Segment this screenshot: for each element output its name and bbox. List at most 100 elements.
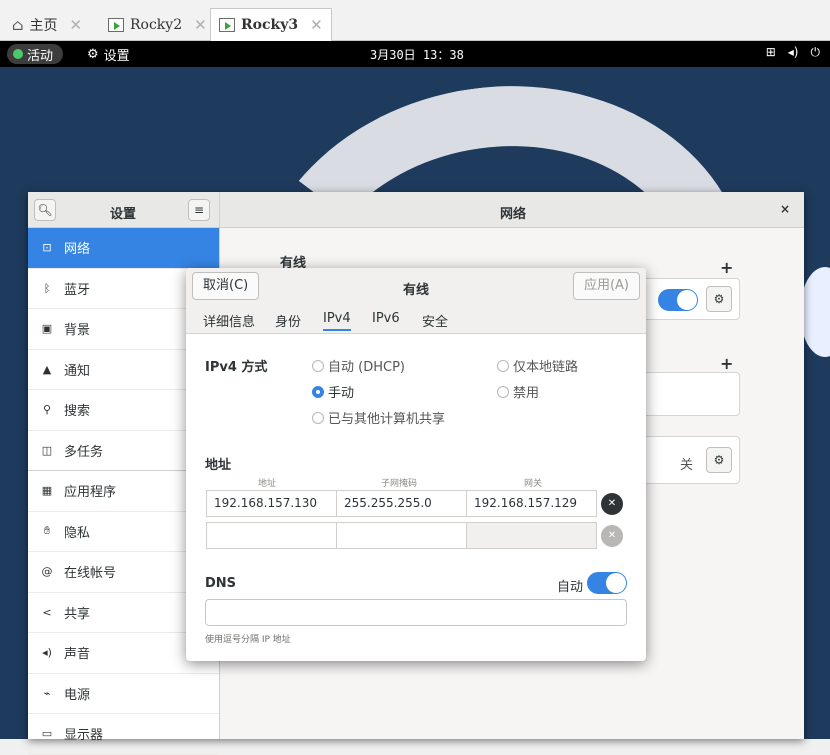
vm-icon <box>108 17 124 32</box>
proxy-settings-button[interactable]: ⚙ <box>706 447 732 473</box>
close-icon: ✕ <box>607 530 617 541</box>
at-icon: @ <box>41 565 53 579</box>
tab-identity[interactable]: 身份 <box>275 311 301 330</box>
sidebar-item-label: 蓝牙 <box>64 282 91 298</box>
radio-label: 自动 (DHCP) <box>328 360 405 375</box>
app-menu-label: 设置 <box>103 49 130 64</box>
remove-address-button-disabled: ✕ <box>601 525 623 547</box>
close-icon[interactable]: ✕ <box>69 16 82 34</box>
tab-ipv6[interactable]: IPv6 <box>372 311 400 326</box>
search-icon: 🔍︎ <box>37 203 53 217</box>
vm-tab-home[interactable]: ⌂ 主页 ✕ <box>4 8 90 41</box>
share-icon: < <box>42 605 52 619</box>
address-input[interactable]: 192.168.157.130 <box>206 490 337 517</box>
gateway-input[interactable] <box>466 522 597 549</box>
add-vpn-icon[interactable]: + <box>720 354 733 373</box>
radio-icon <box>497 359 509 372</box>
remove-address-button[interactable]: ✕ <box>601 493 623 515</box>
close-icon[interactable]: ✕ <box>194 16 207 34</box>
close-icon[interactable]: ✕ <box>310 16 323 34</box>
ipv4-method-label: IPv4 方式 <box>205 360 268 375</box>
sidebar-item-displays[interactable]: ▭ 显示器 <box>28 714 219 755</box>
sidebar-item-network[interactable]: ⊡ 网络 <box>28 228 219 269</box>
activities-label: 活动 <box>27 48 54 64</box>
column-header-netmask: 子网掩码 <box>381 479 418 489</box>
system-tray[interactable]: ⊞ ◂) ⏻ <box>766 45 820 60</box>
gear-icon: ⚙ <box>713 292 725 306</box>
activities-button[interactable]: 活动 <box>7 44 64 64</box>
radio-label: 已与其他计算机共享 <box>328 412 446 427</box>
sidebar-item-label: 声音 <box>64 647 91 663</box>
apply-button[interactable]: 应用(A) <box>572 272 640 300</box>
activities-icon <box>13 49 23 59</box>
method-link-local-radio[interactable]: 仅本地链路 <box>497 356 578 375</box>
radio-label: 禁用 <box>513 386 540 401</box>
search-button[interactable]: 🔍︎ <box>34 199 56 221</box>
vm-tab-rocky3[interactable]: Rocky3 ✕ <box>210 8 332 41</box>
netmask-input[interactable]: 255.255.255.0 <box>336 490 467 517</box>
dialog-tabs: 详细信息 身份 IPv4 IPv6 安全 <box>186 306 646 334</box>
apps-grid-icon: ▦ <box>41 484 53 498</box>
gateway-input[interactable]: 192.168.157.129 <box>466 490 597 517</box>
clock[interactable]: 3月30日 13：38 <box>370 46 464 63</box>
background-icon: ▣ <box>41 322 53 336</box>
wallpaper-orb <box>800 267 830 357</box>
vm-tab-rocky2[interactable]: Rocky2 ✕ <box>100 8 215 41</box>
dns-auto-toggle[interactable] <box>587 572 627 594</box>
method-disabled-radio[interactable]: 禁用 <box>497 382 539 401</box>
method-shared-radio[interactable]: 已与其他计算机共享 <box>312 408 445 427</box>
radio-selected-icon <box>312 385 324 398</box>
bluetooth-icon: ᛒ <box>43 281 51 295</box>
method-auto-radio[interactable]: 自动 (DHCP) <box>312 356 405 375</box>
page-title: 网络 <box>500 207 527 222</box>
dialog-header: 有线 取消(C) 应用(A) <box>186 268 646 306</box>
network-icon: ⊡ <box>42 241 52 255</box>
vm-tab-label: 主页 <box>29 17 58 34</box>
dns-input[interactable] <box>205 599 627 626</box>
sidebar-item-label: 背景 <box>64 323 91 339</box>
sidebar-item-label: 多任务 <box>64 444 104 460</box>
multitask-icon: ◫ <box>41 443 53 457</box>
volume-icon: ◂) <box>787 45 799 59</box>
sidebar-item-label: 在线帐号 <box>64 566 117 582</box>
netmask-input[interactable] <box>336 522 467 549</box>
wired-settings-button[interactable]: ⚙ <box>706 286 732 312</box>
sidebar-item-label: 通知 <box>64 363 91 379</box>
home-icon: ⌂ <box>12 15 24 34</box>
vm-tab-bar: ⌂ 主页 ✕ Rocky2 ✕ Rocky3 ✕ <box>0 0 830 41</box>
cancel-button[interactable]: 取消(C) <box>192 272 260 300</box>
add-icon[interactable]: + <box>720 258 733 277</box>
menu-button[interactable]: ≡ <box>188 199 210 221</box>
sidebar-item-label: 搜索 <box>64 404 91 420</box>
vm-icon <box>219 18 235 32</box>
address-input[interactable] <box>206 522 337 549</box>
radio-icon <box>312 411 324 424</box>
content-header: 网络 × <box>220 192 804 228</box>
gnome-top-bar: 活动 ⚙ 设置 3月30日 13：38 ⊞ ◂) ⏻ <box>0 41 830 67</box>
power-icon: ⌁ <box>43 686 51 700</box>
sidebar-item-label: 显示器 <box>64 728 104 744</box>
wired-toggle[interactable] <box>658 289 698 311</box>
tab-security[interactable]: 安全 <box>422 311 448 330</box>
address-label: 地址 <box>205 458 232 473</box>
hamburger-icon: ≡ <box>193 203 205 217</box>
network-wired-icon: ⊞ <box>765 45 776 59</box>
sidebar-item-label: 应用程序 <box>64 485 117 501</box>
tab-details[interactable]: 详细信息 <box>203 311 255 330</box>
gear-icon: ⚙ <box>713 453 725 467</box>
tab-ipv4[interactable]: IPv4 <box>323 311 351 331</box>
dns-hint: 使用逗号分隔 IP 地址 <box>205 635 291 645</box>
wired-dialog: 有线 取消(C) 应用(A) 详细信息 身份 IPv4 IPv6 安全 IPv4… <box>186 268 646 661</box>
proxy-status: 关 <box>680 458 694 473</box>
dns-label: DNS <box>205 576 237 591</box>
sidebar-header: 🔍︎ 设置 ≡ <box>28 192 220 228</box>
search-icon: ⚲ <box>42 403 52 417</box>
gear-icon: ⚙ <box>87 47 99 62</box>
sidebar-item-label: 隐私 <box>64 525 91 541</box>
close-icon[interactable]: × <box>780 202 790 216</box>
sidebar-item-power[interactable]: ⌁ 电源 <box>28 674 219 714</box>
app-menu[interactable]: ⚙ 设置 <box>87 45 130 64</box>
vm-tab-label: Rocky3 <box>241 17 299 33</box>
display-icon: ▭ <box>41 727 53 741</box>
method-manual-radio[interactable]: 手动 <box>312 382 354 401</box>
